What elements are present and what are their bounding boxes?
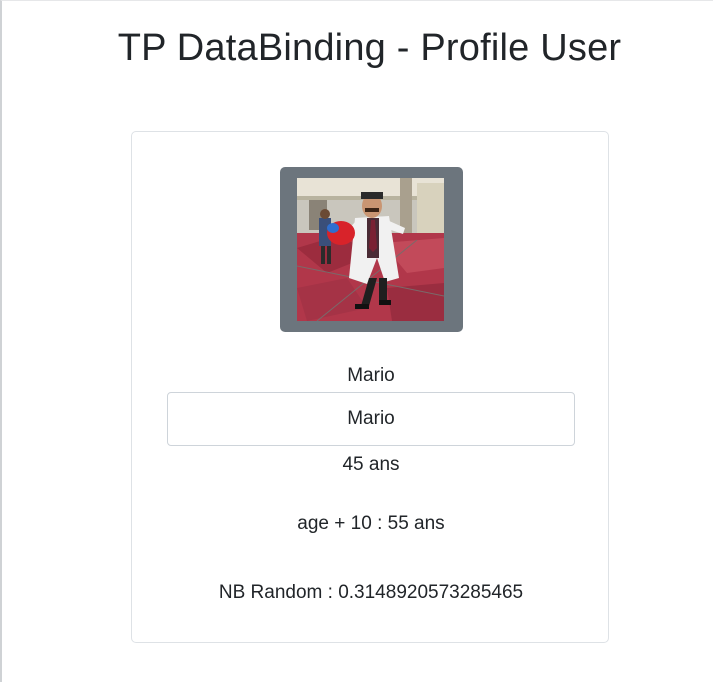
age-plus-value: 55 [387,513,409,534]
avatar [297,178,444,321]
age-plus-ten-line: age + 10 : 55 ans [132,513,610,535]
random-number-line: NB Random : 0.3148920573285465 [132,582,610,604]
age-value: 45 [342,454,364,475]
profile-card: Mario 45 ans age + 10 : 55 ans NB Random… [131,131,609,643]
random-label: NB Random : [218,582,333,603]
app-frame: TP DataBinding - Profile User Mario Mari… [0,0,713,682]
avatar-frame [280,167,463,332]
age-plus-label: age + 10 : [297,513,383,534]
name-text: Mario [347,365,395,386]
name-input[interactable] [167,392,575,446]
page-title: TP DataBinding - Profile User [117,27,622,69]
age-plus-unit: ans [414,513,445,534]
age-line: 45 ans [132,454,610,476]
random-value: 0.3148920573285465 [338,582,524,603]
age-unit: ans [368,454,400,475]
